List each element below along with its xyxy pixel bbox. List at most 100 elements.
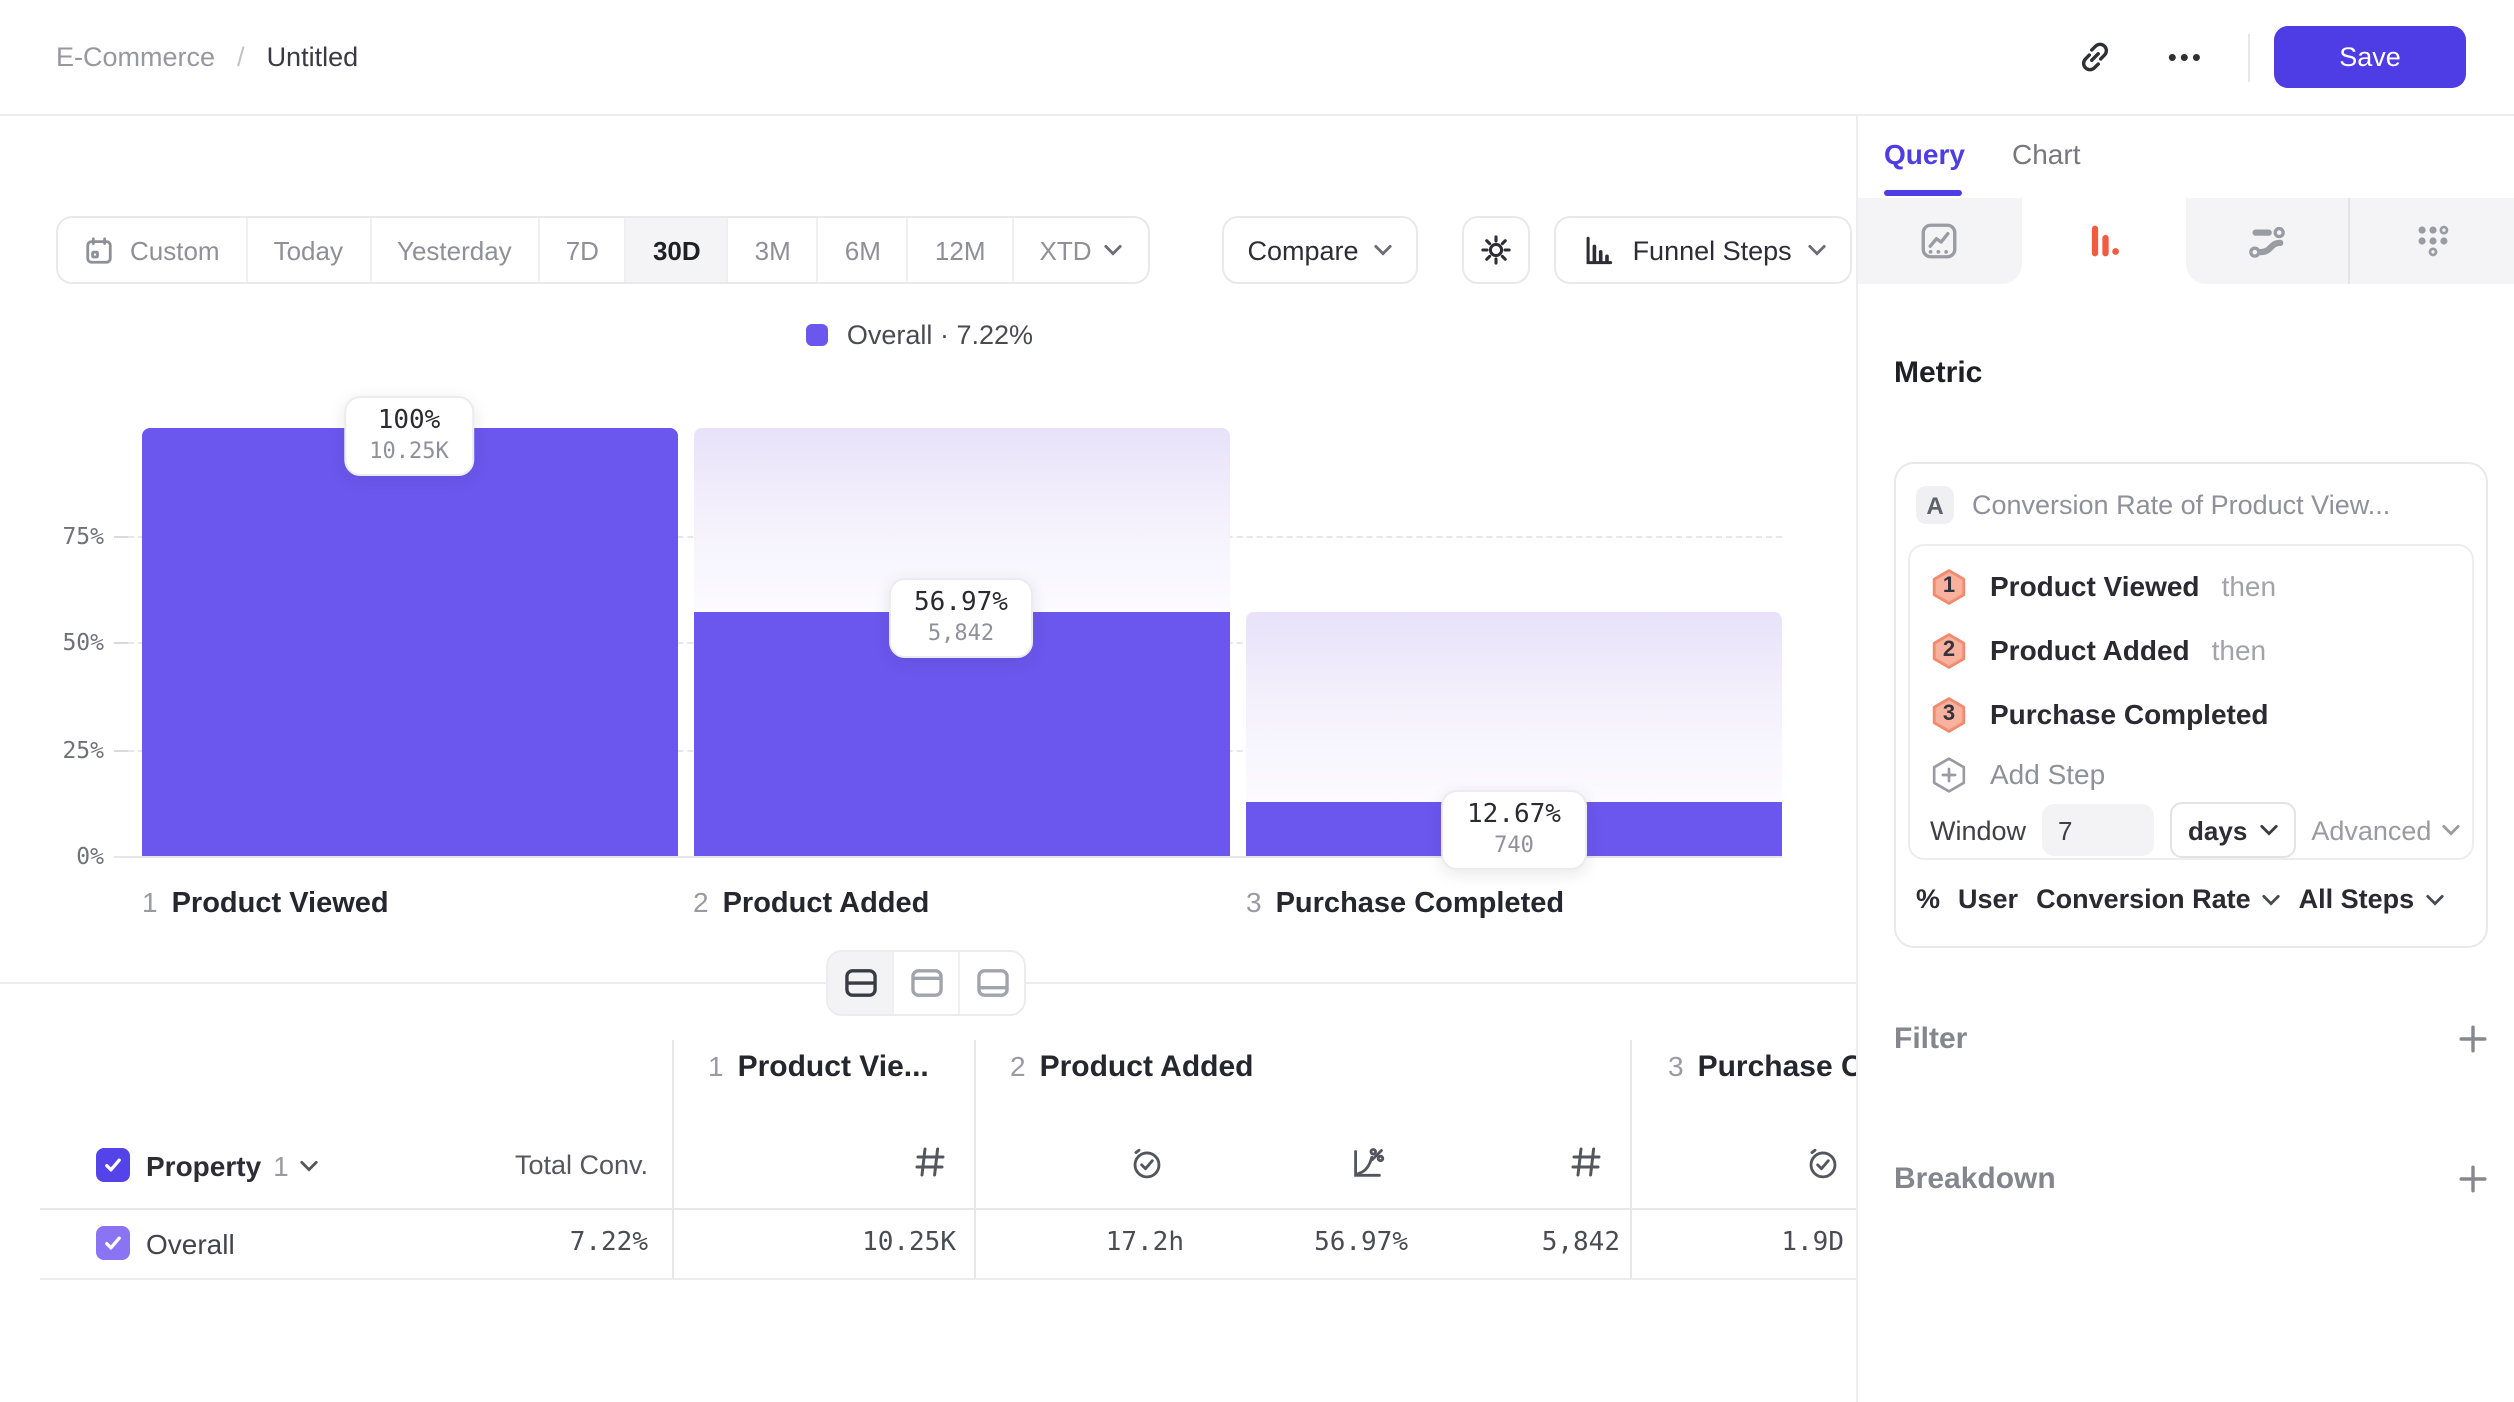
step2-count: 5,842: [914, 620, 1008, 648]
line-chart-tab[interactable]: [1858, 198, 2022, 284]
select-all-checkbox[interactable]: [96, 1148, 130, 1182]
col3-label: Purchase C: [1698, 1050, 1863, 1084]
tab-chart[interactable]: Chart: [2012, 138, 2080, 170]
step2-axis-label[interactable]: 2Product Added: [693, 886, 929, 922]
range-3m[interactable]: 3M: [727, 218, 817, 282]
step1-axis-label[interactable]: 1 Product Viewed: [142, 886, 389, 922]
col3-number: 3: [1668, 1050, 1684, 1082]
row-step2-avgtime: 17.2h: [964, 1228, 1184, 1258]
ellipsis-icon: •••: [2168, 42, 2204, 72]
col2-number: 2: [1010, 1050, 1026, 1082]
count-metric-icon[interactable]: [912, 1144, 948, 1180]
funnel-bar-step1[interactable]: [142, 427, 678, 855]
range-30d-selected[interactable]: 30D: [625, 218, 727, 282]
add-breakdown-button[interactable]: [2458, 1163, 2488, 1193]
top-bar-actions: ••• Save: [2068, 26, 2466, 88]
window-value-input[interactable]: [2042, 804, 2154, 856]
query-step-3[interactable]: 3 Purchase Completed: [1930, 688, 2291, 740]
table-row-border: [40, 1277, 1856, 1279]
line-chart-icon: [1919, 220, 1961, 262]
active-tab-underline: [1884, 190, 1962, 196]
step1-number: 1: [142, 886, 158, 918]
total-conv-header[interactable]: Total Conv.: [400, 1150, 648, 1180]
row-step2-count: 5,842: [1400, 1228, 1620, 1258]
step-label: Purchase Completed: [1990, 698, 2269, 730]
property-column-header[interactable]: Property 1: [146, 1150, 319, 1182]
breadcrumb-parent[interactable]: E-Commerce: [56, 42, 215, 72]
step-number: 3: [1930, 697, 1968, 731]
table-header-border: [40, 1208, 1856, 1210]
range-today[interactable]: Today: [246, 218, 369, 282]
chart-settings-button[interactable]: [1463, 216, 1531, 284]
funnel-chart-tab-selected[interactable]: [2022, 198, 2186, 284]
col1-label: Product Vie...: [738, 1050, 929, 1084]
range-custom[interactable]: Custom: [58, 218, 246, 282]
top-bar: E-Commerce / Untitled ••• Save: [0, 0, 2514, 116]
row-step1-count: 10.25K: [736, 1228, 956, 1258]
range-12m[interactable]: 12M: [907, 218, 1012, 282]
property-index: 1: [273, 1150, 289, 1182]
range-yesterday[interactable]: Yesterday: [369, 218, 538, 282]
chevron-down-icon: [2263, 893, 2281, 905]
step3-name: Purchase Completed: [1276, 888, 1565, 920]
main-panel: Custom Today Yesterday 7D 30D 3M 6M 12M …: [0, 116, 1856, 1402]
step3-number: 3: [1246, 886, 1262, 918]
row-step2-conversion: 56.97%: [1188, 1228, 1408, 1258]
window-label: Window: [1930, 815, 2026, 845]
save-button[interactable]: Save: [2274, 26, 2466, 88]
table-only-toggle[interactable]: [958, 952, 1024, 1014]
range-7d[interactable]: 7D: [538, 218, 625, 282]
add-filter-button[interactable]: [2458, 1023, 2488, 1053]
add-step-button[interactable]: Add Step: [1930, 748, 2105, 800]
measure-actor[interactable]: User: [1958, 884, 2018, 914]
window-unit-label: days: [2188, 815, 2247, 845]
window-row: Window days Advanced: [1930, 804, 2456, 856]
step-label: Product Added: [1990, 634, 2190, 666]
tab-query[interactable]: Query: [1884, 138, 1965, 170]
step3-axis-label[interactable]: 3 Purchase Completed: [1246, 886, 1564, 922]
conversion-metric-icon[interactable]: [1348, 1144, 1386, 1182]
chart-legend[interactable]: Overall · 7.22%: [0, 320, 1840, 350]
query-step-2[interactable]: 2 Product Added then: [1930, 624, 2266, 676]
more-chart-types-tab[interactable]: [2349, 198, 2514, 284]
compare-button[interactable]: Compare: [1222, 216, 1419, 284]
split-view-toggle[interactable]: [828, 952, 892, 1014]
count-metric-icon[interactable]: [1568, 1144, 1604, 1180]
chart-only-toggle[interactable]: [892, 952, 958, 1014]
top-panel-icon: [909, 968, 943, 998]
metric-title-row[interactable]: A Conversion Rate of Product View...: [1916, 486, 2390, 524]
avg-time-metric-icon[interactable]: [1128, 1144, 1166, 1182]
data-label-step1: 100% 10.25K: [343, 395, 475, 475]
range-6m[interactable]: 6M: [817, 218, 907, 282]
step1-pct: 100%: [369, 403, 449, 437]
more-menu-button[interactable]: •••: [2168, 42, 2204, 72]
query-step-1[interactable]: 1 Product Viewed then: [1930, 560, 2276, 612]
chevron-down-icon: [1808, 244, 1826, 256]
range-custom-label: Custom: [130, 235, 220, 265]
journey-chart-tab[interactable]: [2185, 198, 2349, 284]
chevron-down-icon: [2426, 893, 2444, 905]
breadcrumb-current[interactable]: Untitled: [267, 42, 359, 72]
metric-card: A Conversion Rate of Product View... 1 P…: [1894, 462, 2488, 948]
avg-time-metric-icon[interactable]: [1804, 1144, 1842, 1182]
funnel-ghost-step3: [1246, 611, 1782, 801]
legend-series: Overall: [847, 320, 933, 350]
step1-name: Product Viewed: [172, 888, 389, 920]
funnel-bars-icon: [2082, 220, 2124, 262]
step-hexagon-badge: 3: [1930, 695, 1968, 733]
window-unit-select[interactable]: days: [2170, 802, 2295, 858]
measure-type-select[interactable]: Conversion Rate: [2036, 884, 2281, 914]
table-col-step2-header: 2Product Added: [1010, 1050, 1254, 1086]
share-link-button[interactable]: [2068, 29, 2124, 85]
advanced-toggle[interactable]: Advanced: [2311, 815, 2459, 845]
chart-type-button[interactable]: Funnel Steps: [1555, 216, 1852, 284]
sidebar-tabs: Query Chart: [1858, 116, 2514, 200]
advanced-label: Advanced: [2311, 815, 2431, 845]
range-xtd[interactable]: XTD: [1012, 218, 1148, 282]
overall-row-checkbox[interactable]: [96, 1226, 130, 1260]
y-axis-label-50: 50%: [0, 628, 104, 656]
bottom-panel-icon: [975, 968, 1009, 998]
measure-scope-select[interactable]: All Steps: [2299, 884, 2445, 914]
chart-controls: Custom Today Yesterday 7D 30D 3M 6M 12M …: [56, 216, 1852, 284]
y-axis-label-0: 0%: [0, 841, 104, 869]
